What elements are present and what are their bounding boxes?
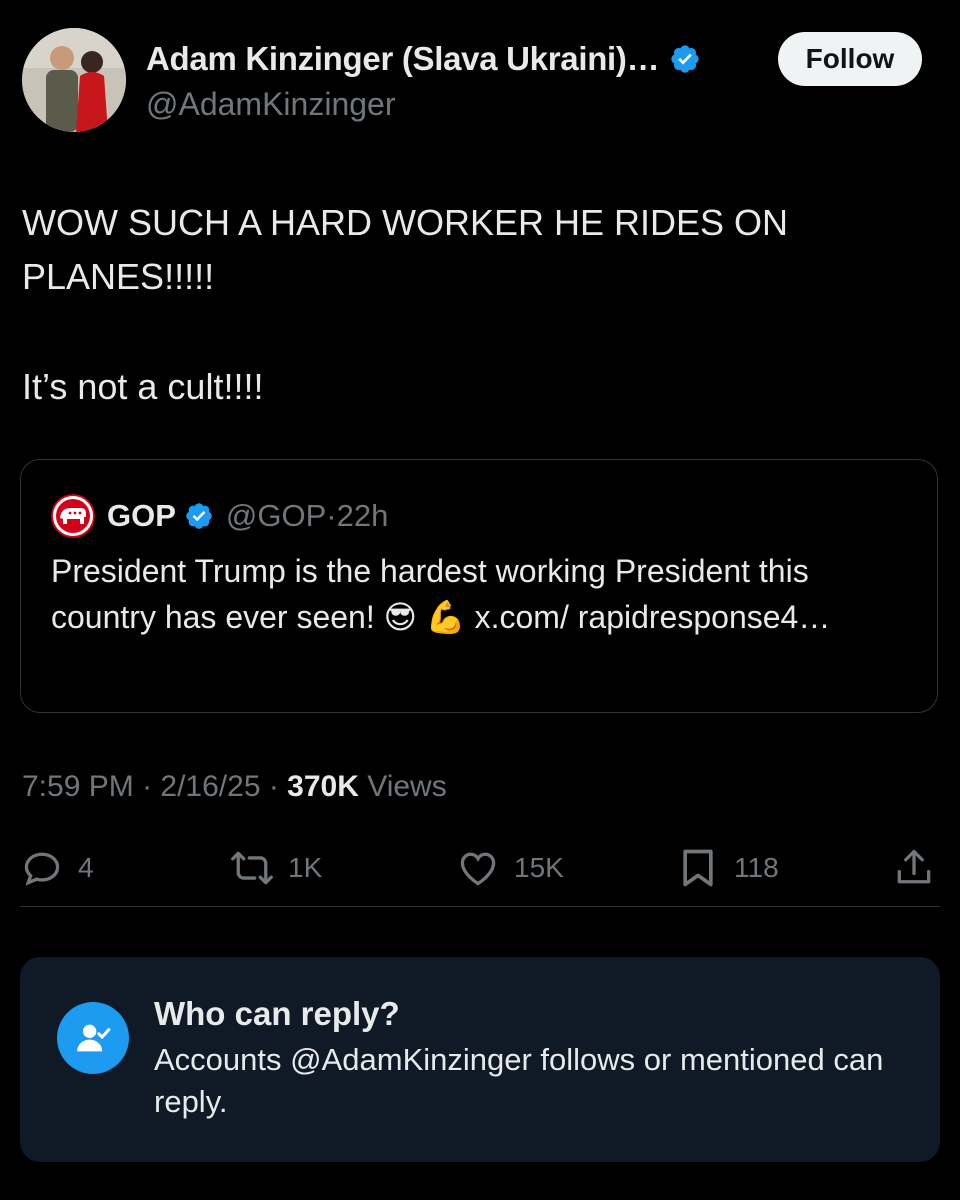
reply-icon <box>24 852 60 886</box>
heart-icon <box>460 852 496 886</box>
repost-icon <box>231 851 273 885</box>
tweet-date[interactable]: 2/16/25 <box>160 770 260 803</box>
author-name[interactable]: Adam Kinzinger (Slava Ukraini)… <box>146 40 660 78</box>
quoted-author-name: GOP <box>107 498 176 533</box>
views-count: 370K <box>287 770 359 803</box>
views-label: Views <box>367 770 447 803</box>
repost-count: 1K <box>288 852 323 883</box>
gop-logo-icon <box>51 494 95 538</box>
quoted-author-handle: @GOP·22h <box>225 498 389 533</box>
tweet-header: Adam Kinzinger (Slava Ukraini)… @AdamKin… <box>22 28 940 138</box>
author-handle[interactable]: @AdamKinzinger <box>146 86 395 123</box>
author-avatar[interactable] <box>22 28 126 132</box>
quoted-tweet-text: President Trump is the hardest working P… <box>51 553 831 635</box>
reply-description: Accounts @AdamKinzinger follows or menti… <box>154 1042 884 1119</box>
verified-badge-icon <box>186 503 212 529</box>
divider <box>20 906 940 907</box>
quoted-tweet-card[interactable]: GOP @GOP·22h President Trump is the hard… <box>20 459 938 713</box>
tweet-body: WOW SUCH A HARD WORKER HE RIDES ON PLANE… <box>22 196 922 414</box>
follow-button[interactable]: Follow <box>778 32 922 86</box>
tweet-text-line: It’s not a cult!!!! <box>22 366 264 407</box>
share-button[interactable] <box>892 838 936 898</box>
repost-button[interactable]: 1K <box>230 838 322 898</box>
share-icon <box>897 849 931 884</box>
tweet-meta: 7:59 PM · 2/16/25 · 370K Views <box>22 770 447 803</box>
reply-button[interactable]: 4 <box>20 838 94 898</box>
reply-title: Who can reply? <box>154 995 400 1032</box>
user-check-icon <box>57 1002 129 1074</box>
reply-restriction-notice: Who can reply? Accounts @AdamKinzinger f… <box>20 957 940 1162</box>
author-name-row: Adam Kinzinger (Slava Ukraini)… <box>146 40 701 78</box>
like-count: 15K <box>514 852 564 883</box>
verified-badge-icon <box>671 45 699 73</box>
tweet-text-line: WOW SUCH A HARD WORKER HE RIDES ON PLANE… <box>22 202 789 297</box>
reply-count: 4 <box>78 852 94 883</box>
bookmark-count: 118 <box>734 852 779 883</box>
bookmark-icon <box>683 849 713 887</box>
tweet-time[interactable]: 7:59 PM <box>22 770 134 803</box>
quoted-tweet-header: GOP @GOP·22h <box>51 494 388 538</box>
bookmark-button[interactable]: 118 <box>676 838 779 898</box>
like-button[interactable]: 15K <box>456 838 564 898</box>
action-bar: 4 1K 15K 118 <box>20 838 940 898</box>
